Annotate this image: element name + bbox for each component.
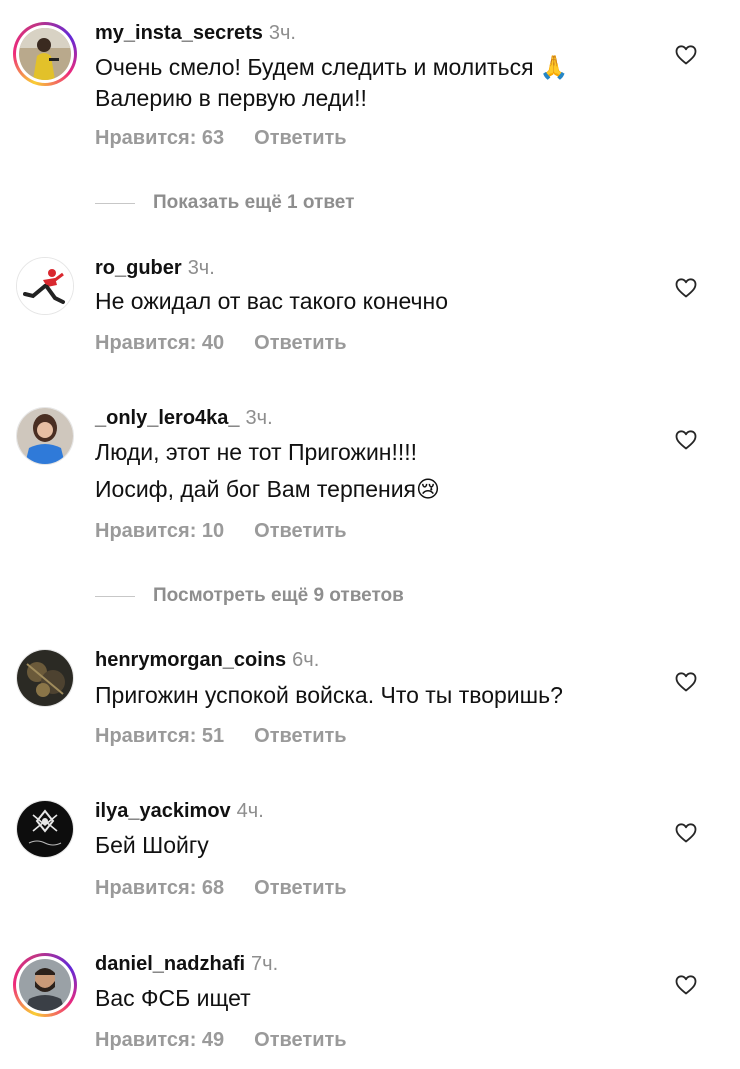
like-button[interactable]	[674, 973, 698, 997]
woman-yellow-avatar-icon	[19, 28, 71, 80]
dark-coins-avatar-icon	[17, 650, 73, 706]
like-button[interactable]	[674, 428, 698, 452]
comment-text: Пригожин успокой войска. Что ты творишь?	[95, 680, 655, 711]
avatar-frame[interactable]	[13, 646, 77, 710]
likes-count[interactable]: Нравится: 10	[95, 520, 224, 542]
reply-button[interactable]: Ответить	[254, 1029, 346, 1051]
likes-count[interactable]: Нравится: 63	[95, 127, 224, 149]
avatar[interactable]	[19, 959, 71, 1011]
reply-button[interactable]: Ответить	[254, 520, 346, 542]
comment-line: Пригожин успокой войска. Что ты творишь?	[95, 682, 563, 708]
comment-username[interactable]: ilya_yackimov	[95, 800, 231, 822]
likes-count[interactable]: Нравится: 40	[95, 332, 224, 354]
comment-time: 3ч.	[245, 407, 273, 429]
view-more-label: Показать ещё 1 ответ	[153, 192, 355, 213]
heart-outline-icon	[675, 823, 697, 843]
comment-username[interactable]: _only_lero4ka_	[95, 407, 240, 429]
comment-time: 3ч.	[268, 22, 296, 44]
avatar-frame[interactable]	[13, 404, 77, 468]
comment-text: Очень смело! Будем следить и молиться 🙏 …	[95, 52, 655, 114]
divider-dash	[95, 595, 135, 597]
comment-text: Бей Шойгу	[95, 830, 655, 861]
bearded-man-avatar-icon	[19, 959, 71, 1011]
avatar[interactable]	[16, 800, 74, 858]
comment-line: Бей Шойгу	[95, 832, 209, 858]
comment-username[interactable]: henrymorgan_coins	[95, 649, 286, 671]
reply-button[interactable]: Ответить	[254, 877, 346, 899]
comment-text: Люди, этот не тот Пригожин!!!! Иосиф, да…	[95, 437, 655, 505]
ornament-logo-avatar-icon	[17, 801, 73, 857]
reply-button[interactable]: Ответить	[254, 332, 346, 354]
comment-username[interactable]: my_insta_secrets	[95, 22, 263, 44]
like-button[interactable]	[674, 43, 698, 67]
reply-button[interactable]: Ответить	[254, 127, 346, 149]
comment-line: Вас ФСБ ищет	[95, 985, 251, 1011]
heart-outline-icon	[675, 975, 697, 995]
girl-blue-avatar-icon	[17, 408, 73, 464]
view-more-replies-button[interactable]: Посмотреть ещё 9 ответов	[95, 584, 404, 608]
comment-time: 7ч.	[251, 953, 279, 975]
likes-count[interactable]: Нравится: 49	[95, 1029, 224, 1051]
comment-time: 6ч.	[292, 649, 320, 671]
like-button[interactable]	[674, 821, 698, 845]
likes-count[interactable]: Нравится: 68	[95, 877, 224, 899]
comment-line: Не ожидал от вас такого конечно	[95, 288, 448, 314]
avatar[interactable]	[19, 28, 71, 80]
heart-outline-icon	[675, 672, 697, 692]
like-button[interactable]	[674, 276, 698, 300]
story-ring[interactable]	[13, 22, 77, 86]
view-more-label: Посмотреть ещё 9 ответов	[153, 585, 404, 606]
comment-username[interactable]: daniel_nadzhafi	[95, 953, 245, 975]
likes-count[interactable]: Нравится: 51	[95, 725, 224, 747]
comment-username[interactable]: ro_guber	[95, 257, 182, 279]
comment-line: Очень смело! Будем следить и молиться 🙏	[95, 54, 569, 80]
comment-line: Валерию в первую леди!!	[95, 85, 367, 111]
heart-outline-icon	[675, 278, 697, 298]
comment-text: Вас ФСБ ищет	[95, 983, 655, 1014]
comment-line: Иосиф, дай бог Вам терпения😢	[95, 476, 440, 502]
view-more-replies-button[interactable]: Показать ещё 1 ответ	[95, 191, 354, 215]
avatar[interactable]	[16, 649, 74, 707]
comment-time: 3ч.	[187, 257, 215, 279]
avatar-frame[interactable]	[13, 254, 77, 318]
runner-avatar-icon	[17, 258, 73, 314]
reply-button[interactable]: Ответить	[254, 725, 346, 747]
heart-outline-icon	[675, 430, 697, 450]
comment-text: Не ожидал от вас такого конечно	[95, 286, 655, 317]
comment-line: Люди, этот не тот Пригожин!!!!	[95, 439, 418, 465]
avatar[interactable]	[16, 257, 74, 315]
avatar[interactable]	[16, 407, 74, 465]
story-ring[interactable]	[13, 953, 77, 1017]
heart-outline-icon	[675, 45, 697, 65]
divider-dash	[95, 202, 135, 204]
avatar-frame[interactable]	[13, 797, 77, 861]
like-button[interactable]	[674, 670, 698, 694]
comment-time: 4ч.	[236, 800, 264, 822]
